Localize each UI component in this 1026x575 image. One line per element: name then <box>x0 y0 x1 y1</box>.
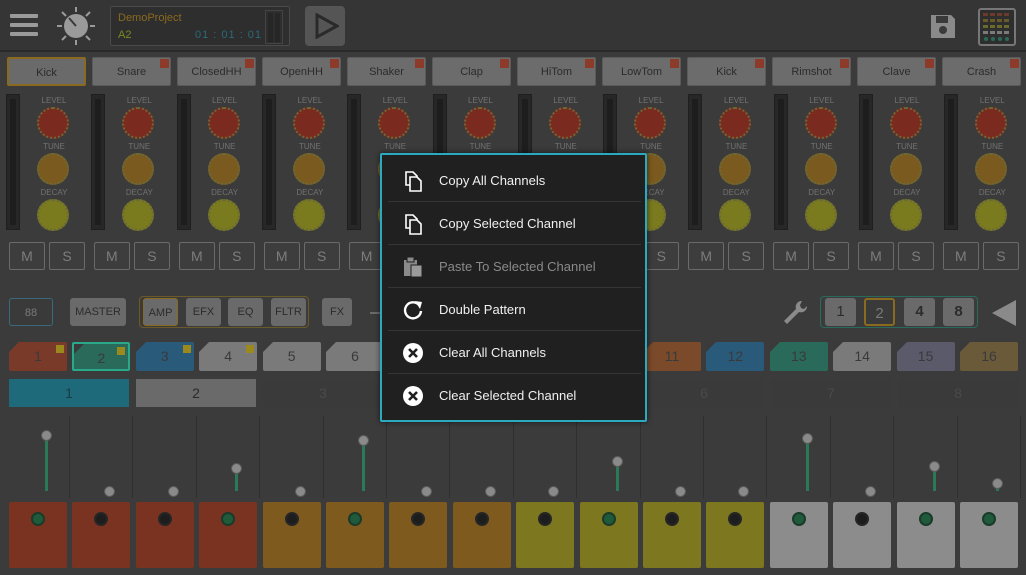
paste-icon <box>404 256 423 278</box>
pattern-context-menu: Copy All Channels Copy Selected Channel … <box>380 153 647 422</box>
menu-item-label: Copy All Channels <box>439 173 546 188</box>
drum-machine-app: DemoProject A2 01 : 01 : 01 Kick Snare C… <box>0 0 1026 575</box>
menu-item-label: Clear All Channels <box>439 345 546 360</box>
menu-item-label: Paste To Selected Channel <box>439 259 596 274</box>
copy-all-channels-item[interactable]: Copy All Channels <box>388 159 641 202</box>
copy-selected-channel-item[interactable]: Copy Selected Channel <box>388 202 641 245</box>
refresh-icon <box>403 301 423 320</box>
clear-icon <box>403 343 423 363</box>
double-pattern-item[interactable]: Double Pattern <box>388 288 641 331</box>
paste-to-selected-channel-item[interactable]: Paste To Selected Channel <box>388 245 641 288</box>
clear-icon <box>403 386 423 406</box>
menu-item-label: Copy Selected Channel <box>439 216 576 231</box>
clear-all-channels-item[interactable]: Clear All Channels <box>388 331 641 374</box>
menu-item-label: Double Pattern <box>439 302 526 317</box>
copy-icon <box>405 171 422 192</box>
menu-item-label: Clear Selected Channel <box>439 388 577 403</box>
copy-icon <box>405 214 422 235</box>
clear-selected-channel-item[interactable]: Clear Selected Channel <box>388 374 641 417</box>
